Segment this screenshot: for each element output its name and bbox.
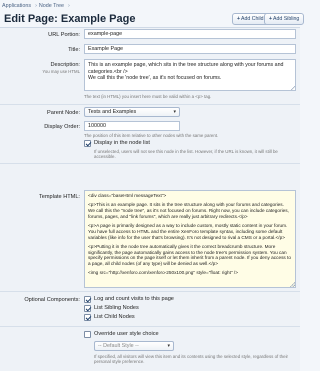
- log-visits-checkbox[interactable]: [84, 296, 91, 303]
- parent-node-label: Parent Node:: [47, 110, 80, 116]
- chevron-down-icon: ▾: [167, 343, 170, 349]
- breadcrumb-separator-icon: ›: [68, 3, 70, 9]
- description-line-2: We call this the 'node tree', as it's no…: [88, 75, 222, 82]
- display-order-label: Display Order:: [44, 124, 80, 130]
- breadcrumb-separator-icon: ›: [35, 3, 37, 9]
- style-override-hint: If specified, all visitors will view thi…: [94, 354, 289, 365]
- description-sublabel: You may use HTML: [42, 69, 80, 74]
- optional-components-label: Optional Components:: [24, 297, 80, 303]
- breadcrumb-item-node-tree[interactable]: Node Tree: [39, 3, 64, 9]
- style-select[interactable]: -- Default Style -- ▾: [94, 341, 174, 351]
- template-html-editor[interactable]: <div class="baseHtml messageText"> <p>Th…: [84, 190, 296, 288]
- add-sibling-button[interactable]: +Add Sibling: [264, 13, 305, 25]
- plus-icon: +: [237, 16, 241, 22]
- section-divider: [0, 291, 300, 292]
- list-child-nodes-label: List Child Nodes: [94, 314, 135, 320]
- template-html-paragraph-4: <p>Putting it in the node tree automatic…: [88, 243, 291, 267]
- title-input[interactable]: Example Page: [84, 44, 296, 54]
- plus-icon: +: [269, 16, 273, 22]
- url-portion-label: URL Portion:: [48, 32, 80, 38]
- url-portion-input[interactable]: example-page: [84, 29, 296, 39]
- description-label: Description:: [50, 62, 80, 68]
- chevron-down-icon: ▾: [173, 109, 176, 115]
- description-hint: The text (in HTML) you insert here must …: [84, 94, 212, 99]
- template-html-label: Template HTML:: [38, 194, 80, 200]
- add-sibling-label: Add Sibling: [273, 16, 300, 22]
- list-sibling-nodes-label: List Sibling Nodes: [94, 305, 139, 311]
- template-html-line-1: <div class="baseHtml messageText">: [88, 193, 167, 198]
- display-in-list-label: Display in the node list: [94, 140, 150, 146]
- template-html-paragraph-5: <img src="http://xenforo.com/xenforo-250…: [88, 270, 238, 276]
- breadcrumb: Applications › Node Tree ›: [2, 2, 298, 11]
- log-visits-label: Log and count visits to this page: [94, 296, 174, 302]
- style-select-value: -- Default Style --: [98, 343, 139, 349]
- section-divider: [0, 326, 300, 327]
- section-divider: [0, 104, 300, 105]
- template-html-paragraph-3: <p>A page is primarily designed as a way…: [88, 222, 288, 240]
- display-in-list-checkbox[interactable]: [84, 140, 91, 147]
- parent-node-value: Tests and Examples: [88, 109, 137, 115]
- resize-grip-icon[interactable]: [290, 282, 295, 287]
- page-title-name: Example Page: [60, 13, 136, 25]
- override-style-label: Override user style choice: [94, 331, 159, 337]
- list-sibling-nodes-checkbox[interactable]: [84, 305, 91, 312]
- override-style-checkbox[interactable]: [84, 331, 91, 338]
- page-title: Edit Page: Example Page: [4, 12, 135, 26]
- display-order-input[interactable]: 100000: [84, 121, 180, 131]
- list-child-nodes-checkbox[interactable]: [84, 314, 91, 321]
- parent-node-select[interactable]: Tests and Examples ▾: [84, 107, 180, 117]
- template-html-paragraph-2: <p>This is an example page. It sits in t…: [88, 202, 289, 219]
- title-label: Title:: [68, 47, 80, 53]
- resize-grip-icon[interactable]: [290, 85, 295, 90]
- description-line-1: This is an example page, which sits in t…: [88, 62, 284, 75]
- description-textarea[interactable]: This is an example page, which sits in t…: [84, 59, 296, 91]
- page-title-prefix: Edit Page:: [4, 13, 58, 25]
- add-child-label: Add Child: [241, 16, 264, 22]
- breadcrumb-item-applications[interactable]: Applications: [2, 3, 31, 9]
- display-in-list-hint: If unselected, users will not see this n…: [94, 149, 278, 160]
- section-divider: [0, 163, 300, 164]
- display-order-hint: The position of this item relative to ot…: [84, 133, 219, 138]
